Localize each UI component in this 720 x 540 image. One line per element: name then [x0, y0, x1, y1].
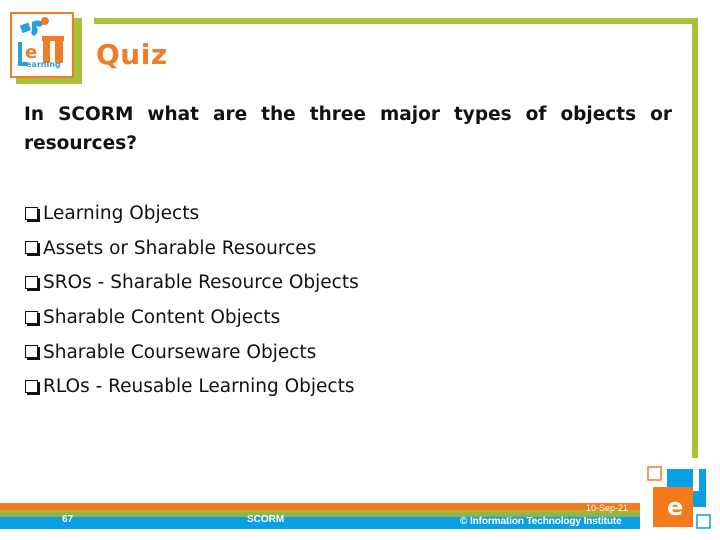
blue-strip: [699, 469, 706, 491]
small-blue-square: [696, 514, 711, 529]
slide: e earning Quiz In SCORM what are the thr…: [0, 0, 720, 540]
small-orange-square: [647, 466, 662, 481]
e-letter-icon: e: [667, 493, 683, 521]
corner-decoration-icon: e: [647, 466, 711, 529]
